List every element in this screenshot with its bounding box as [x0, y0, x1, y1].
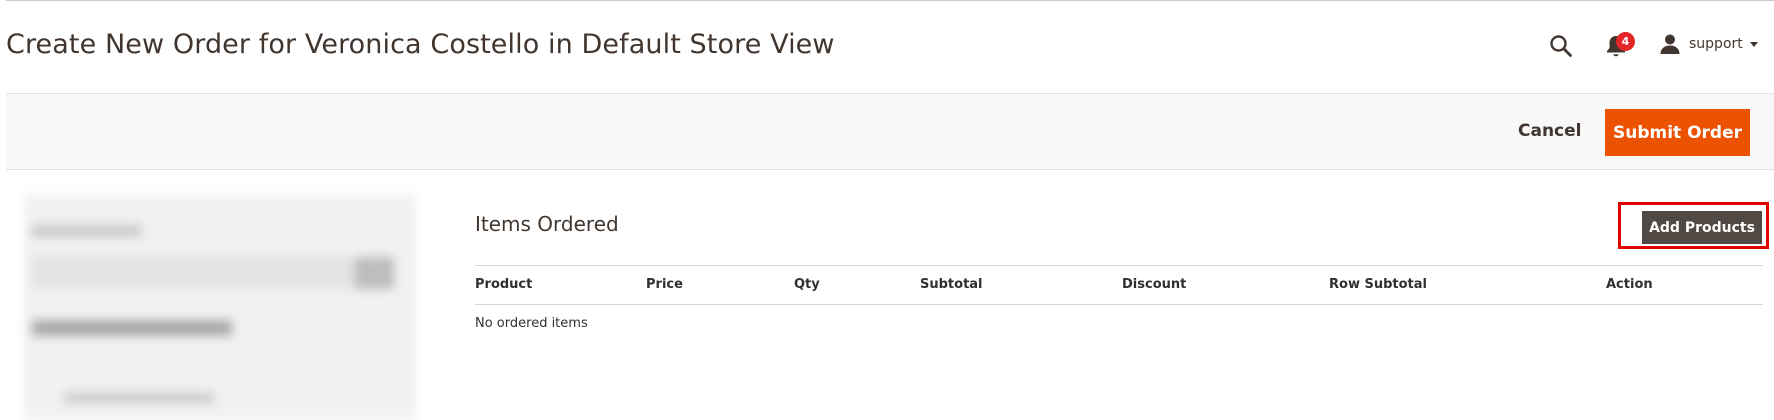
items-ordered-title: Items Ordered: [475, 212, 619, 236]
column-header-subtotal: Subtotal: [920, 277, 983, 292]
column-header-price: Price: [646, 277, 683, 292]
column-header-discount: Discount: [1122, 277, 1187, 292]
blurred-sidebar: [24, 195, 416, 420]
column-header-action: Action: [1606, 277, 1653, 292]
add-products-button[interactable]: Add Products: [1642, 211, 1762, 244]
column-header-qty: Qty: [794, 277, 820, 292]
caret-down-icon: [1749, 42, 1758, 47]
user-name: support: [1689, 36, 1743, 52]
page-title: Create New Order for Veronica Costello i…: [6, 29, 835, 60]
column-header-product: Product: [475, 277, 533, 292]
top-divider: [6, 0, 1774, 1]
cancel-button[interactable]: Cancel: [1506, 116, 1593, 146]
grid-top-rule: [475, 265, 1763, 266]
notification-count-badge[interactable]: 4: [1616, 32, 1635, 51]
column-header-row-subtotal: Row Subtotal: [1329, 277, 1427, 292]
user-menu[interactable]: support: [1659, 32, 1759, 56]
submit-order-button[interactable]: Submit Order: [1605, 109, 1750, 156]
search-icon[interactable]: [1548, 33, 1574, 59]
user-icon: [1660, 34, 1680, 54]
empty-items-message: No ordered items: [475, 316, 588, 331]
grid-header-rule: [475, 304, 1763, 305]
